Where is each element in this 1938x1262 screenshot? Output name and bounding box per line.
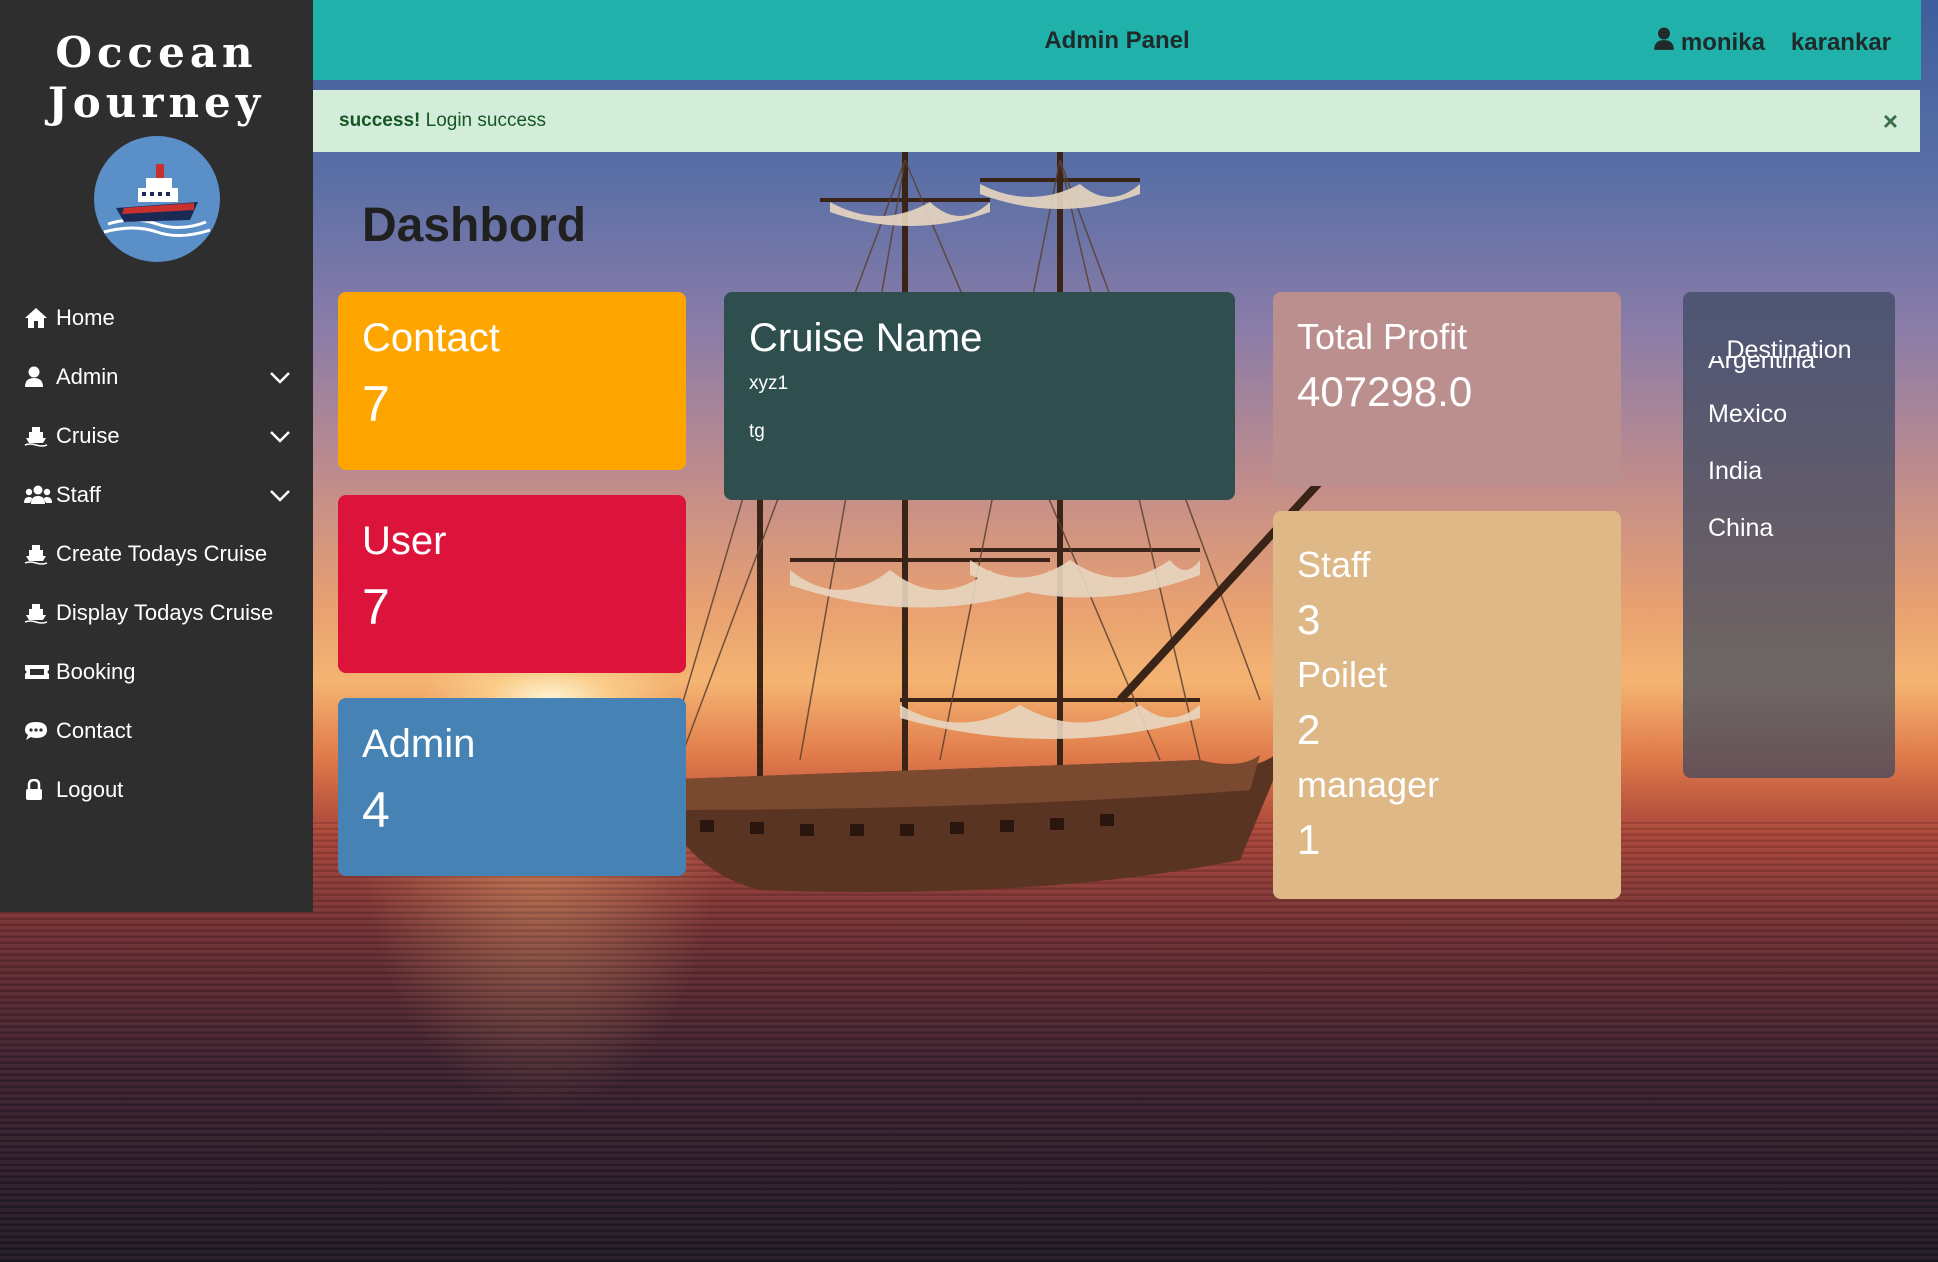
user-last-name: karankar [1790,28,1891,56]
card-value: 407298.0 [1297,368,1473,415]
card-label: Destination [1726,336,1852,364]
page-title: Dashbord [362,199,587,252]
card-label: Contact [362,316,500,360]
list-item: Mexico [1708,400,1788,428]
sidebar-item-label: Booking [56,658,136,684]
brand-line-2: Journey [47,78,266,127]
card-value: 7 [362,376,390,432]
sidebar-item-display-todays-cruise[interactable]: Display Todays Cruise [0,583,313,642]
ship-icon [24,601,52,625]
sidebar-item-contact[interactable]: Contact [0,701,313,760]
sidebar-nav: Home Admin Cruise Staff Create Todays Cr… [0,288,313,819]
chevron-down-icon[interactable] [269,483,291,509]
manager-value: 1 [1297,816,1321,863]
destination-list: Argentina Mexico India China [1683,356,1895,557]
sidebar-item-admin[interactable]: Admin [0,347,313,406]
sidebar-item-label: Admin [56,363,119,389]
staff-card: Staff 3 Poilet 2 manager 1 [1273,511,1621,899]
card-label: Total Profit [1297,316,1468,357]
total-profit-card: Total Profit 407298.0 [1273,292,1621,486]
ship-icon [24,424,52,448]
list-item: India [1708,457,1763,485]
user-first-name: monika [1680,28,1765,56]
staff-label: Staff [1297,544,1371,585]
list-item: tg [749,421,765,442]
contact-card: Contact 7 [338,292,686,470]
cruise-name-card: Cruise Name xyz1 tg [724,292,1235,500]
ship-icon [24,542,52,566]
admin-card: Admin 4 [338,698,686,876]
sidebar-item-label: Logout [56,776,124,802]
pilot-label: Poilet [1297,654,1388,695]
user-card: User 7 [338,495,686,673]
sidebar-item-cruise[interactable]: Cruise [0,406,313,465]
ticket-icon [24,660,52,684]
user-menu[interactable]: monika karankar [1653,27,1891,58]
card-label: User [362,519,447,563]
home-icon [24,306,52,330]
user-icon [1653,27,1675,58]
manager-label: manager [1297,764,1440,805]
sidebar-item-label: Create Todays Cruise [56,540,268,566]
staff-value: 3 [1297,596,1321,643]
chevron-down-icon[interactable] [269,424,291,450]
background-ship-image [650,150,1340,892]
list-item: xyz1 [749,373,789,394]
sidebar: Occean Journey Home Admin Cruise Staff C… [0,0,313,912]
success-alert: success! Login success × [313,90,1920,152]
sidebar-item-label: Cruise [56,422,120,448]
cruise-ship-logo-icon [103,164,210,237]
brand-logo [93,136,220,262]
cruise-list: xyz1 tg [749,373,1210,443]
sidebar-item-booking[interactable]: Booking [0,642,313,701]
card-label: Admin [362,722,476,766]
lock-icon [24,778,52,802]
sidebar-item-label: Contact [56,717,132,743]
alert-message: Login success [425,110,547,131]
sidebar-item-home[interactable]: Home [0,288,313,347]
close-icon[interactable]: × [1883,106,1898,137]
sidebar-item-staff[interactable]: Staff [0,465,313,524]
sidebar-item-create-todays-cruise[interactable]: Create Todays Cruise [0,524,313,583]
destination-card: Destination Argentina Mexico India China [1683,292,1895,778]
pilot-value: 2 [1297,706,1321,753]
alert-strong: success! [339,110,421,131]
sidebar-item-label: Display Todays Cruise [56,599,274,625]
sidebar-item-logout[interactable]: Logout [0,760,313,819]
brand-title: Occean Journey [0,0,313,128]
sidebar-item-label: Staff [56,481,101,507]
chat-icon [24,719,52,743]
users-icon [24,483,52,507]
user-icon [24,365,52,389]
sidebar-item-label: Home [56,304,115,330]
list-item: China [1708,514,1774,542]
card-value: 4 [362,782,390,838]
card-value: 7 [362,579,390,635]
chevron-down-icon[interactable] [269,365,291,391]
top-bar: Admin Panel monika karankar [313,0,1921,80]
card-label: Cruise Name [749,316,983,360]
brand-line-1: Occean [55,28,258,77]
